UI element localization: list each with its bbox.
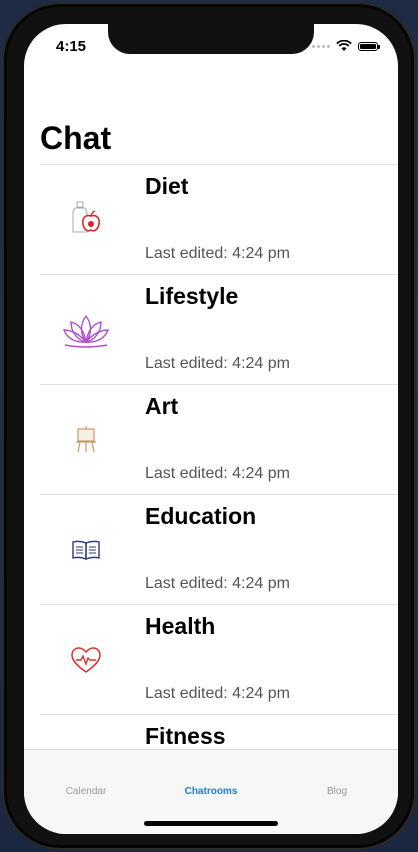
book-icon — [72, 540, 100, 561]
room-title: Education — [145, 503, 257, 529]
tab-blog[interactable]: Blog — [327, 786, 347, 797]
room-subtitle: Last edited: 4:24 pm — [145, 355, 290, 372]
room-subtitle: Last edited: 4:24 pm — [145, 685, 290, 702]
easel-icon — [76, 426, 96, 453]
wifi-icon — [336, 40, 352, 51]
status-time: 4:15 — [56, 38, 87, 55]
apple-bottle-icon — [72, 201, 100, 233]
list-item-art[interactable]: Art Last edited: 4:24 pm — [40, 384, 398, 494]
tab-bar: Calendar Chatrooms Blog — [24, 749, 398, 834]
page-title: Chat — [40, 120, 112, 156]
room-subtitle: Last edited: 4:24 pm — [145, 465, 290, 482]
heart-pulse-icon — [71, 647, 101, 673]
screen: 4:15 Chat Diet Last edited: 4:24 pm Life… — [24, 24, 398, 834]
chatroom-list: Diet Last edited: 4:24 pm Lifestyle Last… — [40, 164, 398, 824]
lotus-icon — [62, 314, 110, 348]
room-title: Health — [145, 613, 216, 639]
battery-icon — [358, 41, 380, 51]
room-title: Fitness — [145, 723, 226, 749]
list-item-health[interactable]: Health Last edited: 4:24 pm — [40, 604, 398, 714]
tab-calendar[interactable]: Calendar — [66, 786, 107, 797]
phone-frame: 4:15 Chat Diet Last edited: 4:24 pm Life… — [2, 2, 416, 850]
notch — [108, 24, 314, 54]
list-item-diet[interactable]: Diet Last edited: 4:24 pm — [40, 164, 398, 274]
tab-chatrooms[interactable]: Chatrooms — [185, 786, 238, 797]
room-title: Art — [145, 393, 179, 419]
room-title: Diet — [145, 173, 189, 199]
status-icons — [312, 40, 380, 52]
signal-icon — [312, 44, 330, 48]
room-title: Lifestyle — [145, 283, 239, 309]
room-subtitle: Last edited: 4:24 pm — [145, 245, 290, 262]
list-item-education[interactable]: Education Last edited: 4:24 pm — [40, 494, 398, 604]
home-indicator[interactable] — [144, 821, 278, 826]
room-subtitle: Last edited: 4:24 pm — [145, 575, 290, 592]
list-item-lifestyle[interactable]: Lifestyle Last edited: 4:24 pm — [40, 274, 398, 384]
